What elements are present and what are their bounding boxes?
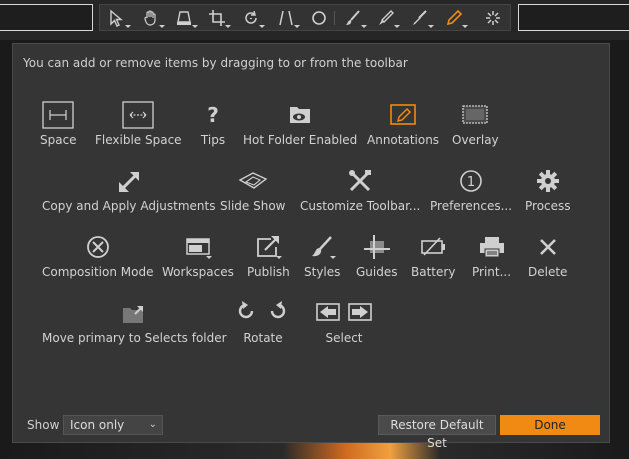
copy-apply-arrows-icon [112,167,146,195]
item-rotate[interactable]: Rotate [235,299,291,345]
item-select[interactable]: Select [314,299,374,345]
rotate-straighten-icon[interactable] [242,9,265,28]
svg-text:?: ? [207,103,219,127]
brush-icon[interactable] [344,9,367,28]
preferences-circle-1-icon: 1 [454,167,488,195]
question-mark-icon: ? [196,101,230,129]
guides-icon [360,233,394,261]
space-icon [41,101,75,129]
customize-toolbar-dialog: You can add or remove items by dragging … [12,43,610,450]
battery-icon [416,233,450,261]
item-composition-mode[interactable]: Composition Mode [42,233,153,279]
crop-icon[interactable] [208,9,231,28]
hand-pan-icon[interactable] [142,9,165,28]
svg-text:1: 1 [467,175,475,190]
item-print[interactable]: Print... [472,233,511,279]
eraser-pen-icon[interactable] [377,9,400,28]
instructions-text: You can add or remove items by dragging … [23,56,408,70]
keystone-icon[interactable] [175,9,198,28]
select-arrows-icon [314,299,374,327]
publish-share-icon [251,233,285,261]
top-toolbar [0,0,629,40]
item-copy-and-apply-adjustments[interactable]: Copy and Apply Adjustments [42,167,215,213]
item-move-primary-to-selects[interactable]: Move primary to Selects folder [42,299,227,345]
show-label: Show [27,418,60,432]
annotation-pen-icon[interactable] [445,9,468,28]
cursor-tools-strip [99,4,511,31]
item-workspaces[interactable]: Workspaces [162,233,234,279]
hot-folder-eye-icon [283,101,317,129]
left-toolbar-slot [0,4,93,31]
composition-mode-x-circle-icon [81,233,115,261]
keystone-lines-icon[interactable] [277,9,300,28]
gear-icon [531,167,565,195]
item-preferences[interactable]: 1 Preferences... [430,167,512,213]
item-battery[interactable]: Battery [411,233,455,279]
done-button[interactable]: Done [500,415,600,435]
slide-show-icon [236,167,270,195]
item-publish[interactable]: Publish [247,233,290,279]
show-dropdown[interactable]: Icon only ⌄ [63,415,163,435]
item-delete[interactable]: Delete [528,233,567,279]
loading-spinner-icon [484,9,506,27]
workspaces-icon [181,233,215,261]
annotations-pencil-icon [386,101,420,129]
printer-icon [475,233,509,261]
delete-x-icon [531,233,565,261]
chevron-down-icon: ⌄ [148,419,157,430]
item-customize-toolbar[interactable]: Customize Toolbar... [300,167,420,213]
gradient-mask-icon[interactable] [411,9,434,28]
item-guides[interactable]: Guides [356,233,398,279]
item-flexible-space[interactable]: Flexible Space [95,101,182,147]
move-to-selects-icon [117,299,151,327]
item-styles[interactable]: Styles [304,233,340,279]
rotate-arrows-icon [235,299,291,327]
item-process[interactable]: Process [525,167,571,213]
restore-default-set-button[interactable]: Restore Default Set [378,415,496,450]
item-space[interactable]: Space [40,101,77,147]
circle-mask-icon[interactable] [310,9,332,27]
show-dropdown-value: Icon only [70,418,125,432]
item-tips[interactable]: ? Tips [196,101,230,147]
styles-brush-icon [305,233,339,261]
right-toolbar-slot [518,4,629,31]
item-hot-folder-enabled[interactable]: Hot Folder Enabled [243,101,357,147]
item-overlay[interactable]: Overlay [452,101,499,147]
flexible-space-icon [121,101,155,129]
item-annotations[interactable]: Annotations [367,101,439,147]
tools-crossed-icon [343,167,377,195]
toolbar-divider [334,11,335,25]
overlay-icon [458,101,492,129]
select-arrow-icon[interactable] [108,9,131,28]
item-slide-show[interactable]: Slide Show [220,167,285,213]
